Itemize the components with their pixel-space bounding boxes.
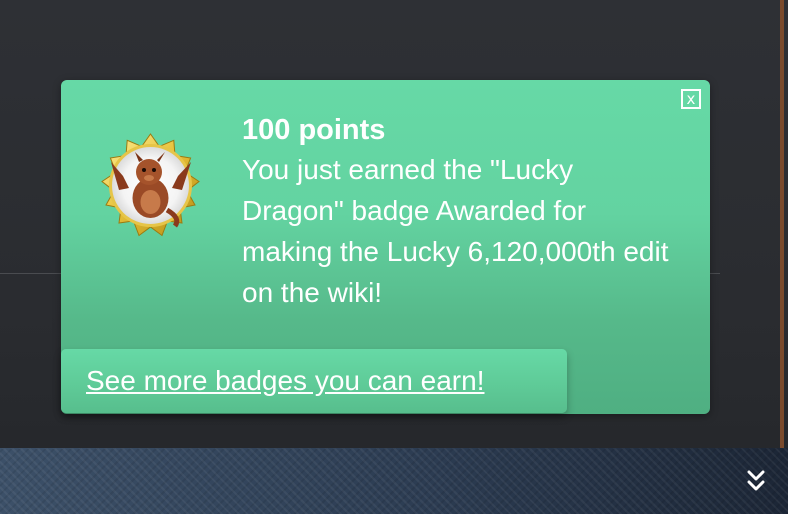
bottom-toolbar <box>0 448 788 514</box>
more-badges-panel: See more badges you can earn! <box>61 349 567 413</box>
page: x 100 points You just earned the "Lucky … <box>0 0 788 514</box>
close-button[interactable]: x <box>681 89 701 109</box>
see-more-badges-link[interactable]: See more badges you can earn! <box>86 365 484 397</box>
badge-message: You just earned the "Lucky Dragon" badge… <box>242 154 669 308</box>
double-chevron-down-icon[interactable] <box>744 468 768 494</box>
badge-icon <box>101 133 200 237</box>
points-heading: 100 points <box>242 114 386 146</box>
right-edge-border <box>780 0 784 448</box>
notification-text: 100 points You just earned the "Lucky Dr… <box>242 112 682 313</box>
